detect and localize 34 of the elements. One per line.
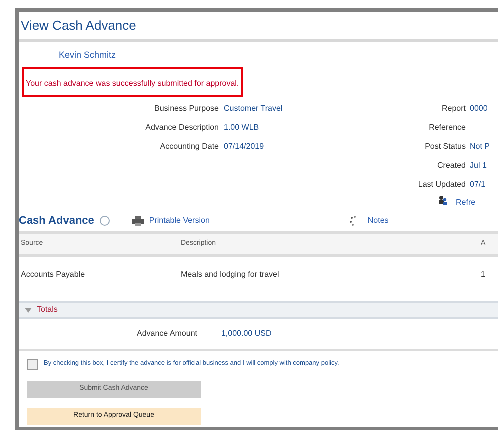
message-text: Your cash advance was successfully submitted for approval. bbox=[26, 79, 240, 88]
field-value: 0000 bbox=[470, 103, 489, 115]
section-title: Cash Advance bbox=[19, 214, 94, 229]
field-value: 07/14/2019 bbox=[224, 141, 266, 153]
totals-header[interactable]: Totals bbox=[19, 301, 498, 319]
notes-link[interactable]: Notes bbox=[368, 215, 389, 227]
field-label: Business Purpose bbox=[154, 103, 219, 115]
users-icon bbox=[438, 195, 448, 205]
table-cell-text: 1 bbox=[480, 269, 486, 281]
totals-title: Totals bbox=[37, 304, 58, 316]
field-label: Accounting Date bbox=[159, 141, 219, 153]
field-value: 07/1 bbox=[470, 179, 487, 191]
field-label: Advance Description bbox=[144, 122, 219, 134]
table-cell-text: Meals and lodging for travel bbox=[180, 269, 280, 281]
field-label: Created bbox=[436, 160, 466, 172]
refresh-link[interactable]: Refre bbox=[456, 197, 476, 209]
help-icon[interactable] bbox=[100, 216, 110, 226]
printable-version-link[interactable]: Printable Version bbox=[149, 215, 210, 227]
field-label: Report bbox=[440, 103, 466, 115]
field-value: Customer Travel bbox=[224, 103, 283, 115]
field-label: Last Updated bbox=[418, 179, 466, 191]
table-cell-text: Accounts Payable bbox=[20, 269, 86, 281]
field-value: 1,000.00 USD bbox=[221, 328, 272, 340]
employee-link[interactable]: Kevin Schmitz bbox=[59, 50, 116, 60]
field-label: Advance Amount bbox=[137, 328, 198, 340]
field-value: Not P bbox=[470, 141, 492, 153]
field-value: 1.00 WLB bbox=[224, 122, 260, 134]
field-label: Reference bbox=[428, 122, 466, 134]
field-label: Post Status bbox=[424, 141, 466, 153]
printer-icon[interactable] bbox=[132, 216, 144, 226]
collapse-triangle-icon[interactable] bbox=[25, 308, 32, 312]
page-title: View Cash Advance bbox=[21, 16, 136, 35]
field-value: Jul 1 bbox=[470, 160, 488, 172]
checkbox[interactable] bbox=[27, 358, 38, 370]
